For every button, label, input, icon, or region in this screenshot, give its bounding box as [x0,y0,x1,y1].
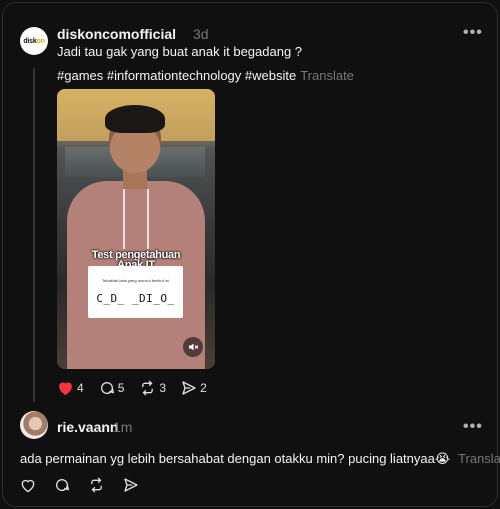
mute-icon[interactable] [183,337,203,357]
post-hashtags-row: #games #informationtechnology #website Tr… [57,68,354,83]
video-person-lanyard [123,189,149,249]
comment-button[interactable]: 5 [99,380,125,396]
post-author-name[interactable]: diskoncomofficial [57,26,176,42]
thread-connector-line [33,68,35,402]
post-actions: 4 5 3 2 [57,380,222,396]
post-hashtags[interactable]: #games #informationtechnology #website [57,68,296,83]
reply-translate-link[interactable]: Translate [458,451,500,466]
heart-filled-icon [59,382,72,396]
reply-repost-button[interactable] [88,477,105,493]
reply-more-icon[interactable]: ••• [463,418,483,436]
post-more-icon[interactable]: ••• [463,24,483,42]
like-count: 4 [77,381,84,395]
reply-timestamp[interactable]: 1m [113,419,132,435]
author-avatar[interactable]: diskon [20,27,48,55]
reply-share-button[interactable] [123,477,139,493]
repost-button[interactable]: 3 [139,380,166,396]
post-timestamp[interactable]: 3d [193,26,209,42]
share-icon [124,478,138,492]
post-text: Jadi tau gak yang buat anak it begadang … [57,44,303,59]
reply-like-button[interactable] [20,478,36,493]
like-button[interactable]: 4 [57,380,84,396]
reply-author-name[interactable]: rie.vaann [57,419,118,435]
reply-author-avatar[interactable] [20,411,48,439]
post-translate-link[interactable]: Translate [300,68,354,83]
repost-icon [91,477,102,493]
quiz-card: Tebaklah kata yang muncul berikut ini C_… [88,266,183,318]
quiz-hint: Tebaklah kata yang muncul berikut ini [102,278,169,283]
reply-text: ada permainan yg lebih bersahabat dengan… [20,451,451,466]
post-video[interactable]: Test pengetahuan Anak IT Tebaklah kata y… [57,89,215,369]
comment-icon [56,479,69,491]
avatar-logo: diskon [23,37,45,45]
reply-text-row: ada permainan yg lebih bersahabat dengan… [20,451,500,467]
reply-actions [20,477,154,493]
repost-icon [142,380,154,396]
heart-icon [21,479,35,492]
repost-count: 3 [159,381,167,395]
share-count: 2 [200,381,207,395]
comment-icon [100,382,114,394]
share-button[interactable]: 2 [181,380,207,396]
video-person-hair [105,105,165,133]
share-icon [182,381,196,395]
reply-comment-button[interactable] [54,477,70,493]
quiz-word: C_D_ _DI_O_ [96,292,175,305]
comment-count: 5 [117,381,125,395]
